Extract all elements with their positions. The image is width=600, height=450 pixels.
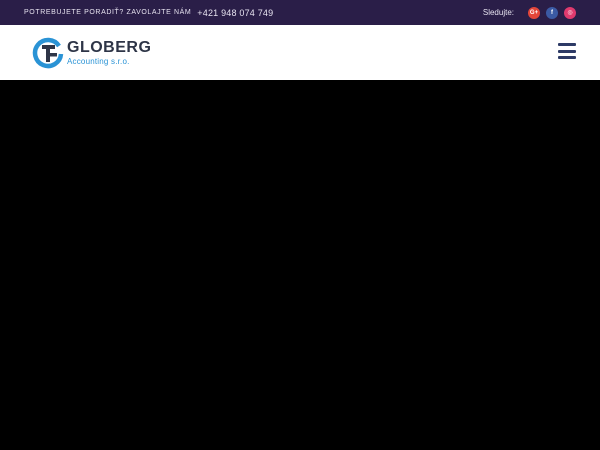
instagram-icon[interactable]: ◎ <box>564 6 576 19</box>
hamburger-line <box>558 43 576 46</box>
hamburger-line <box>558 56 576 59</box>
logo-name: GLOBERG <box>67 38 152 56</box>
hero-area <box>0 80 600 450</box>
facebook-icon[interactable]: f <box>546 6 558 19</box>
phone-number-link[interactable]: +421 948 074 749 <box>197 8 273 18</box>
site-logo[interactable]: GLOBERG Accounting s.r.o. <box>32 37 151 69</box>
top-bar: POTREBUJETE PORADIŤ? ZAVOLAJTE NÁM +421 … <box>0 0 600 25</box>
social-follow: Sledujte: G+ f ◎ <box>483 0 576 25</box>
logo-subtitle: Accounting s.r.o. <box>67 56 130 66</box>
logo-g-icon <box>32 37 64 69</box>
hamburger-line <box>558 49 576 53</box>
contact-cta: POTREBUJETE PORADIŤ? ZAVOLAJTE NÁM +421 … <box>24 0 273 25</box>
contact-cta-text: POTREBUJETE PORADIŤ? ZAVOLAJTE NÁM <box>24 9 192 16</box>
follow-label: Sledujte: <box>482 8 514 17</box>
hamburger-menu-icon[interactable] <box>558 43 576 59</box>
google-plus-icon[interactable]: G+ <box>528 6 540 19</box>
site-header: GLOBERG Accounting s.r.o. <box>0 25 600 80</box>
